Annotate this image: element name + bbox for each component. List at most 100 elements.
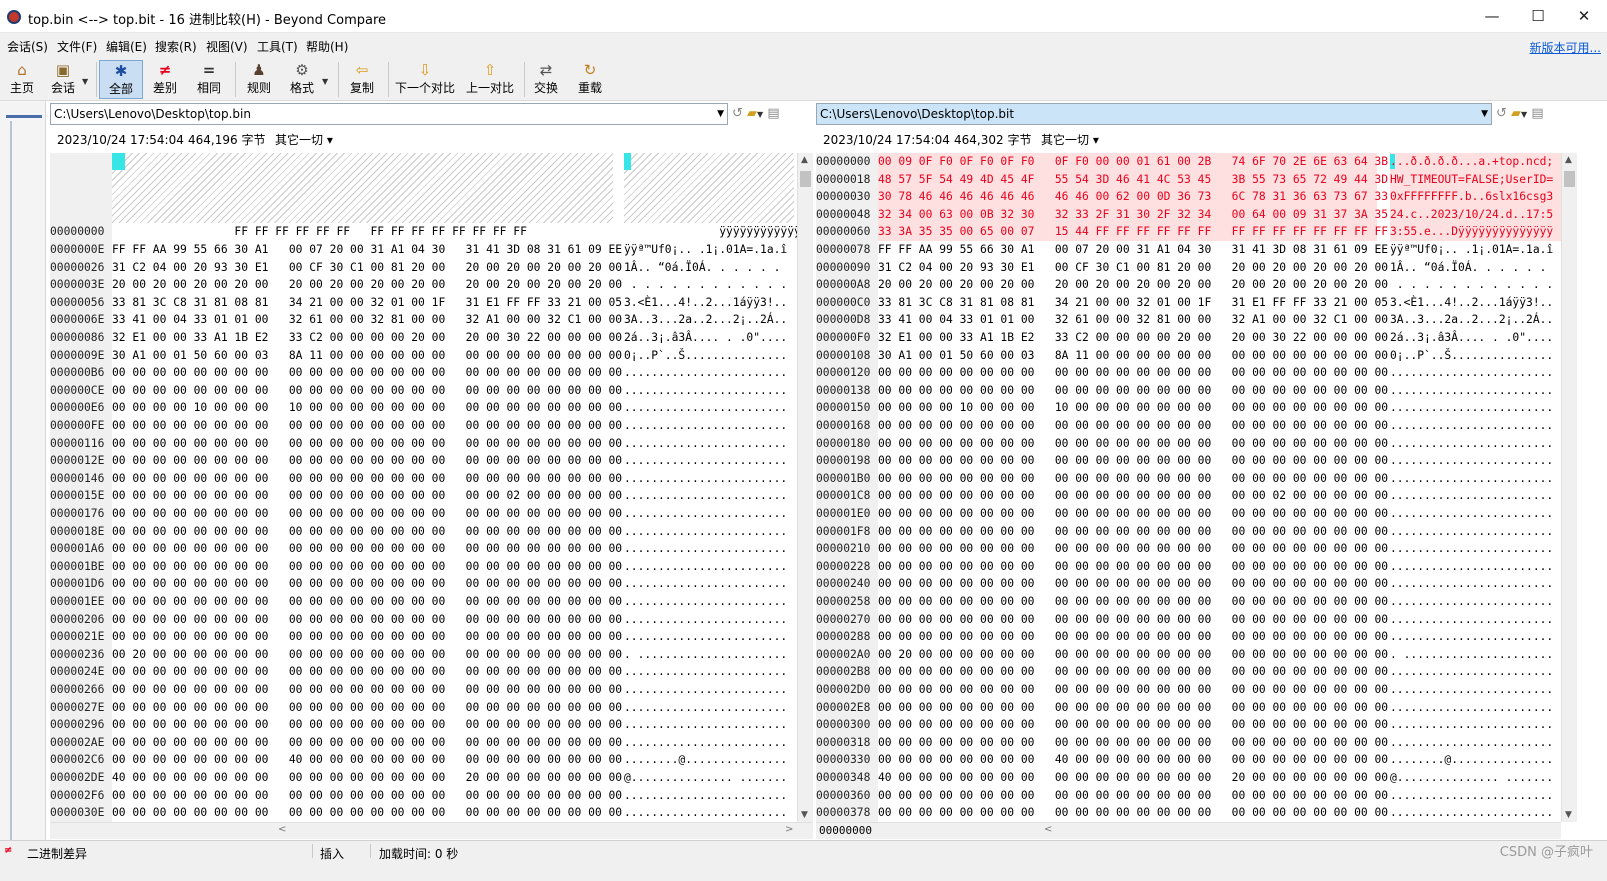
row-hex-bytes[interactable]: 33 3A 35 35 00 65 00 07 15 44 FF FF FF F… <box>878 223 1388 241</box>
row-hex-bytes[interactable]: 32 E1 00 00 33 A1 1B E2 33 C2 00 00 00 0… <box>112 329 622 347</box>
history-icon[interactable]: ↺ <box>732 106 743 121</box>
scroll-down-icon[interactable]: ▼ <box>801 810 808 820</box>
row-ascii-text[interactable]: ........................ <box>624 628 787 646</box>
row-hex-bytes[interactable]: 00 00 00 00 00 00 00 00 00 00 00 00 00 0… <box>878 487 1388 505</box>
row-ascii-text[interactable]: . ...................... <box>624 646 787 664</box>
copy-button[interactable]: ⇦ 复制 <box>343 60 381 99</box>
row-hex-bytes[interactable]: 00 00 00 00 00 00 00 00 00 00 00 00 00 0… <box>112 575 622 593</box>
scroll-thumb[interactable] <box>1564 171 1575 187</box>
scroll-thumb[interactable] <box>800 171 811 187</box>
chevron-down-icon[interactable]: ▼ <box>1481 104 1488 124</box>
menu-edit[interactable]: 编辑(E) <box>106 38 147 55</box>
row-ascii-text[interactable]: ........................ <box>624 699 787 717</box>
row-hex-bytes[interactable]: 00 00 00 00 00 00 00 00 00 00 00 00 00 0… <box>112 435 622 453</box>
row-ascii-text[interactable]: ........................ <box>1390 716 1553 734</box>
prev-diff-button[interactable]: ⇧ 上一对比 <box>462 60 518 99</box>
row-hex-bytes[interactable]: 00 00 00 00 00 00 00 00 00 00 00 00 00 0… <box>878 558 1388 576</box>
row-hex-bytes[interactable]: 00 00 00 00 00 00 00 00 00 00 00 00 00 0… <box>112 699 622 717</box>
row-ascii-text[interactable]: ........................ <box>1390 787 1553 805</box>
right-path-input[interactable]: C:\Users\Lenovo\Desktop\top.bit ▼ <box>816 103 1492 125</box>
row-ascii-text[interactable]: ........................ <box>624 399 787 417</box>
row-hex-bytes[interactable]: 00 00 00 00 10 00 00 00 10 00 00 00 00 0… <box>878 399 1388 417</box>
row-ascii-text[interactable]: ........................ <box>624 611 787 629</box>
row-ascii-text[interactable]: @............... ....... <box>1390 769 1553 787</box>
row-ascii-text[interactable]: . ...................... <box>1390 646 1553 664</box>
close-button[interactable]: ✕ <box>1561 0 1607 33</box>
row-hex-bytes[interactable]: 00 00 00 00 00 00 00 00 00 00 00 00 00 0… <box>878 452 1388 470</box>
row-hex-bytes[interactable]: 00 00 00 00 00 00 00 00 40 00 00 00 00 0… <box>878 751 1388 769</box>
row-ascii-text[interactable]: ........................ <box>1390 611 1553 629</box>
row-hex-bytes[interactable]: 00 00 00 00 00 00 00 00 00 00 00 00 00 0… <box>112 716 622 734</box>
left-filter-dropdown[interactable]: 其它一切 ▾ <box>275 128 333 152</box>
row-ascii-text[interactable]: ........................ <box>1390 804 1553 822</box>
row-ascii-text[interactable]: ........................ <box>1390 435 1553 453</box>
row-hex-bytes[interactable]: 00 09 0F F0 0F F0 0F F0 0F F0 00 00 01 6… <box>878 153 1388 171</box>
row-hex-bytes[interactable]: 00 00 00 00 00 00 00 00 00 00 00 00 00 0… <box>112 628 622 646</box>
row-hex-bytes[interactable]: 30 78 46 46 46 46 46 46 46 46 00 62 00 0… <box>878 188 1388 206</box>
show-all-button[interactable]: ✱ 全部 <box>99 60 143 99</box>
history-icon[interactable]: ↺ <box>1496 106 1507 121</box>
row-ascii-text[interactable]: ........................ <box>624 540 787 558</box>
row-hex-bytes[interactable]: FF FF FF FF FF FF FF FF FF FF FF FF FF F… <box>112 223 526 241</box>
maximize-button[interactable]: ☐ <box>1515 0 1561 33</box>
row-ascii-text[interactable]: ........................ <box>624 663 787 681</box>
row-hex-bytes[interactable]: 00 00 00 00 00 00 00 00 00 00 00 00 00 0… <box>112 734 622 752</box>
left-hex-pane[interactable]: 00000000 FF FF FF FF FF FF FF FF FF FF F… <box>50 153 797 822</box>
overview-strip[interactable] <box>0 101 46 881</box>
row-hex-bytes[interactable]: 00 00 00 00 00 00 00 00 00 00 00 00 00 0… <box>112 523 622 541</box>
row-hex-bytes[interactable]: 00 00 00 00 00 00 00 00 00 00 00 00 00 0… <box>112 787 622 805</box>
scroll-up-icon[interactable]: ▲ <box>1565 155 1572 165</box>
row-hex-bytes[interactable]: 40 00 00 00 00 00 00 00 00 00 00 00 00 0… <box>112 769 622 787</box>
left-horizontal-scrollbar[interactable]: < > <box>50 822 813 839</box>
format-button[interactable]: ⚙ 格式 <box>283 60 321 99</box>
row-hex-bytes[interactable]: 00 00 00 00 00 00 00 00 00 00 00 00 00 0… <box>878 681 1388 699</box>
menu-session[interactable]: 会话(S) <box>7 38 48 55</box>
row-ascii-text[interactable]: ........................ <box>624 487 787 505</box>
row-ascii-text[interactable]: ........................ <box>1390 417 1553 435</box>
row-ascii-text[interactable]: ........................ <box>624 452 787 470</box>
row-hex-bytes[interactable]: 30 A1 00 01 50 60 00 03 8A 11 00 00 00 0… <box>878 347 1388 365</box>
row-hex-bytes[interactable]: 00 00 00 00 00 00 00 00 00 00 00 00 00 0… <box>878 505 1388 523</box>
row-ascii-text[interactable]: ........................ <box>624 593 787 611</box>
show-same-button[interactable]: = 相同 <box>190 60 228 99</box>
row-ascii-text[interactable]: ........................ <box>624 804 787 822</box>
row-ascii-text[interactable]: @............... ....... <box>624 769 787 787</box>
row-hex-bytes[interactable]: 33 41 00 04 33 01 01 00 32 61 00 00 32 8… <box>878 311 1388 329</box>
row-ascii-text[interactable]: ........................ <box>624 505 787 523</box>
row-ascii-text[interactable]: ÿÿª™Uf0¡.. .1¡.01A=.1a.î <box>1390 241 1553 259</box>
row-hex-bytes[interactable]: 00 00 00 00 00 00 00 00 00 00 00 00 00 0… <box>112 417 622 435</box>
row-hex-bytes[interactable]: 33 81 3C C8 31 81 08 81 34 21 00 00 32 0… <box>112 294 622 312</box>
row-ascii-text[interactable]: ........................ <box>624 558 787 576</box>
row-ascii-text[interactable]: 1Â.. “0á.Ï0Á. . . . . . <box>1390 259 1546 277</box>
row-ascii-text[interactable]: ........................ <box>624 681 787 699</box>
row-hex-bytes[interactable]: 20 00 20 00 20 00 20 00 20 00 20 00 20 0… <box>112 276 622 294</box>
row-ascii-text[interactable]: . . . . . . . . . . . . <box>624 276 787 294</box>
right-horizontal-scrollbar[interactable]: 00000000 < <box>816 822 1561 839</box>
row-hex-bytes[interactable]: 00 00 00 00 00 00 00 00 00 00 00 00 00 0… <box>112 611 622 629</box>
row-hex-bytes[interactable]: 31 C2 04 00 20 93 30 E1 00 CF 30 C1 00 8… <box>112 259 622 277</box>
row-ascii-text[interactable]: 0¡..P`..Š............... <box>624 347 787 365</box>
save-icon[interactable]: ▤ <box>1531 106 1543 121</box>
row-ascii-text[interactable]: ........................ <box>624 364 787 382</box>
row-hex-bytes[interactable]: 00 00 00 00 00 00 00 00 00 00 00 00 00 0… <box>878 663 1388 681</box>
row-ascii-text[interactable]: 3A..3...2a..2...2¡..2Á.. <box>624 311 787 329</box>
row-hex-bytes[interactable]: 00 00 00 00 00 00 00 00 00 00 00 00 00 0… <box>878 364 1388 382</box>
home-button[interactable]: ⌂ 主页 <box>4 60 40 99</box>
row-hex-bytes[interactable]: 00 00 00 00 00 00 00 00 00 00 00 00 00 0… <box>878 716 1388 734</box>
row-ascii-text[interactable]: ........................ <box>1390 593 1553 611</box>
row-ascii-text[interactable]: 0xFFFFFFFF.b..6slx16csg3 <box>1390 188 1553 206</box>
row-ascii-text[interactable]: 3.<È1...4!..2...1áÿÿ3!.. <box>624 294 787 312</box>
menu-tools[interactable]: 工具(T) <box>257 38 298 55</box>
row-hex-bytes[interactable]: 00 00 00 00 00 00 00 00 00 00 00 00 00 0… <box>112 470 622 488</box>
row-hex-bytes[interactable]: 00 00 00 00 00 00 00 00 00 00 00 00 00 0… <box>878 593 1388 611</box>
row-hex-bytes[interactable]: 00 00 00 00 10 00 00 00 10 00 00 00 00 0… <box>112 399 622 417</box>
left-path-input[interactable]: C:\Users\Lenovo\Desktop\top.bin ▼ <box>50 103 728 125</box>
row-hex-bytes[interactable]: 30 A1 00 01 50 60 00 03 8A 11 00 00 00 0… <box>112 347 622 365</box>
row-hex-bytes[interactable]: 48 57 5F 54 49 4D 45 4F 55 54 3D 46 41 4… <box>878 171 1388 189</box>
session-dropdown-arrow[interactable]: ▼ <box>82 77 88 86</box>
row-hex-bytes[interactable]: 00 00 00 00 00 00 00 00 00 00 00 00 00 0… <box>878 470 1388 488</box>
row-hex-bytes[interactable]: 32 E1 00 00 33 A1 1B E2 33 C2 00 00 00 0… <box>878 329 1388 347</box>
row-hex-bytes[interactable]: 00 00 00 00 00 00 00 00 00 00 00 00 00 0… <box>878 787 1388 805</box>
row-ascii-text[interactable]: ........................ <box>624 382 787 400</box>
right-vertical-scrollbar[interactable]: ▲ ▼ <box>1561 153 1577 822</box>
